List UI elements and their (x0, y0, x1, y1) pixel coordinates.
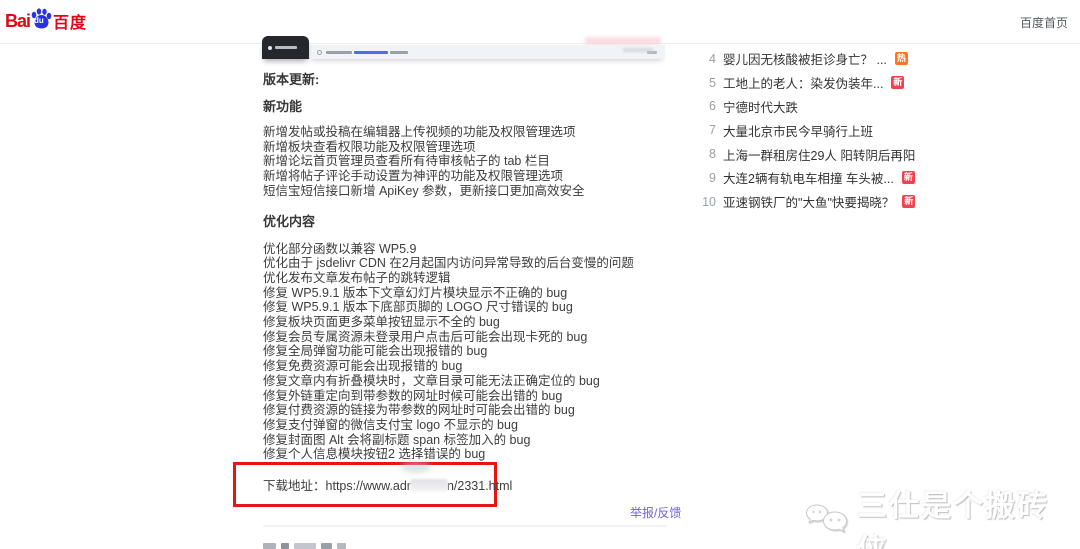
tab-label-bar (275, 46, 297, 49)
screenshot-toolbar-strip (309, 45, 665, 59)
faded-red-text-fragment (585, 37, 661, 45)
hot-title-link[interactable]: 大量北京市民今早骑行上班 (723, 121, 873, 140)
hot-badge-icon: 热 (894, 52, 908, 66)
hot-rank: 5 (709, 75, 716, 90)
hot-rank: 9 (709, 170, 716, 185)
article-line: 修复 WP5.9.1 版本下文章幻灯片模块显示不正确的 bug (263, 285, 568, 300)
article-line: 修复支付弹窗的微信支付宝 logo 不显示的 bug (263, 417, 518, 432)
article-line: 新增发帖或投稿在编辑器上传视频的功能及权限管理选项 (263, 125, 576, 139)
baidu-logo-du-text: du (34, 16, 44, 25)
hot-title-link[interactable]: 上海一群租房住29人 阳转阴后再阳 (723, 145, 915, 164)
article-line: 新增将帖子评论手动设置为神评的功能及权限管理选项 (263, 169, 564, 184)
download-url-prefix[interactable]: https://www.adr (326, 479, 411, 493)
article-bottom-divider (263, 525, 667, 527)
new-badge-icon: 新 (901, 171, 915, 185)
hot-list-item[interactable]: 6 宁德时代大跌 (700, 95, 890, 119)
hot-search-list: 4 婴儿因无核酸被拒诊身亡？ ... 热 5 工地上的老人：染发伪装年... 新 6 宁德时代… (700, 47, 916, 214)
article-line: 修复文章内有折叠模块时，文章目录可能无法正确定位的 bug (263, 373, 600, 388)
baidu-logo-bai-text: Bai (5, 10, 31, 31)
section-heading-new-features: 新功能 (263, 99, 303, 114)
download-address: 下载地址：https://www.adr n/2331.html (263, 462, 512, 494)
hot-title-link[interactable]: 宁德时代大跌 (723, 97, 798, 116)
page: Bai du 百度 百度首页 版本更新: 新功能 新增发帖或投稿在编辑器上传视频… (0, 0, 1080, 549)
tiny-link-bar (354, 50, 388, 54)
faded-gray-fragment (623, 48, 653, 52)
baidu-logo-cn-text: 百度 (53, 15, 88, 32)
hot-list-item[interactable]: 9 大连2辆有轨电车相撞 车头被... 新 (700, 166, 915, 190)
section-heading-optimizations: 优化内容 (263, 213, 316, 229)
censored-url-blur (409, 479, 448, 492)
tab-dot-icon (268, 45, 272, 50)
article-line: 修复个人信息模块按钮2 选择错误的 bug (263, 447, 486, 462)
article-line: 新增论坛首页管理员查看所有待审核帖子的 tab 栏目 (263, 154, 550, 169)
watermark: 三仕是个搬砖侠 (803, 481, 1080, 549)
article-line: 修复板块页面更多菜单按钮显示不全的 bug (263, 315, 500, 330)
text-fragment (281, 543, 289, 549)
baidu-logo[interactable]: Bai du 百度 (5, 7, 87, 35)
embedded-screenshot-fragment (232, 36, 665, 63)
new-features-list: 新增发帖或投稿在编辑器上传视频的功能及权限管理选项 新增板块查看权限功能及权限管理… (263, 125, 667, 199)
baidu-home-link[interactable]: 百度首页 (1020, 14, 1068, 31)
article-line: 优化由于 jsdelivr CDN 在2月起国内访问异常导致的后台变慢的问题 (263, 256, 634, 271)
article-line: 修复会员专属资源未登录用户点击后可能会出现卡死的 bug (263, 329, 588, 344)
text-fragment (321, 543, 332, 549)
censor-smudge (401, 462, 431, 473)
article-line: 优化发布文章发布帖子的跳转逻辑 (263, 270, 451, 285)
article-line: 优化部分函数以兼容 WP5.9 (263, 241, 417, 256)
hot-rank: 6 (709, 99, 716, 114)
hot-list-item[interactable]: 8 上海一群租房住29人 阳转阴后再阳 (700, 142, 915, 166)
hot-list-item[interactable]: 5 工地上的老人：染发伪装年... 新 (700, 71, 905, 95)
hot-list-item[interactable]: 10 亚速钢铁厂的"大鱼"快要揭晓？ 新 (700, 190, 916, 214)
article-line: 修复付费资源的链接为带参数的网址时可能会出错的 bug (263, 403, 575, 418)
baidu-paw-icon: du (30, 7, 52, 31)
text-fragment (294, 543, 316, 549)
article-line: 新增板块查看权限功能及权限管理选项 (263, 139, 476, 154)
new-badge-icon: 新 (891, 76, 905, 90)
hot-rank: 8 (709, 147, 716, 162)
article-body: 版本更新: 新功能 新增发帖或投稿在编辑器上传视频的功能及权限管理选项 新增板块查… (263, 66, 667, 462)
hot-rank: 7 (709, 123, 716, 138)
article-line: 短信宝短信接口新增 ApiKey 参数，更新接口更加高效安全 (263, 183, 585, 198)
hot-list-item[interactable]: 4 婴儿因无核酸被拒诊身亡？ ... 热 (700, 47, 908, 71)
download-highlight-box: 下载地址：https://www.adr n/2331.html (233, 462, 512, 507)
hot-title-link[interactable]: 大连2辆有轨电车相撞 车头被... (723, 168, 894, 187)
watermark-text: 三仕是个搬砖侠 (857, 490, 1049, 549)
hot-title-link[interactable]: 工地上的老人：染发伪装年... (723, 73, 883, 92)
article-line: 修复 WP5.9.1 版本下底部页脚的 LOGO 尺寸错误的 bug (263, 300, 573, 315)
article-line: 修复全局弹窗功能可能会出现报错的 bug (263, 344, 488, 359)
section-heading-version-update: 版本更新: (263, 72, 320, 87)
download-url-suffix[interactable]: n/2331.html (447, 479, 512, 493)
optimizations-list: 优化部分函数以兼容 WP5.9 优化由于 jsdelivr CDN 在2月起国内访… (263, 242, 667, 463)
new-badge-icon: 新 (902, 195, 916, 209)
article-line: 修复外链重定向到带参数的网址时候可能会出错的 bug (263, 388, 563, 403)
hot-rank: 4 (709, 51, 716, 66)
report-feedback-link[interactable]: 举报/反馈 (630, 504, 681, 521)
article-line: 修复封面图 Alt 会将副标题 span 标签加入的 bug (263, 432, 531, 447)
download-label: 下载地址： (263, 479, 326, 493)
hot-title-link[interactable]: 婴儿因无核酸被拒诊身亡？ ... (723, 49, 887, 68)
text-fragment (263, 543, 276, 549)
text-fragment (337, 543, 346, 549)
article-line: 修复免费资源可能会出现报错的 bug (263, 359, 463, 374)
wechat-bubbles-icon (803, 502, 851, 549)
screenshot-dark-tab (262, 36, 309, 59)
tiny-text-bar (326, 50, 352, 54)
hot-title-link[interactable]: 亚速钢铁厂的"大鱼"快要揭晓？ (723, 192, 894, 211)
hot-rank: 10 (702, 194, 716, 209)
tiny-circle-icon (317, 49, 322, 55)
clipped-next-section-text (263, 543, 346, 549)
tiny-text-bar (390, 50, 408, 54)
hot-list-item[interactable]: 7 大量北京市民今早骑行上班 (700, 118, 890, 142)
